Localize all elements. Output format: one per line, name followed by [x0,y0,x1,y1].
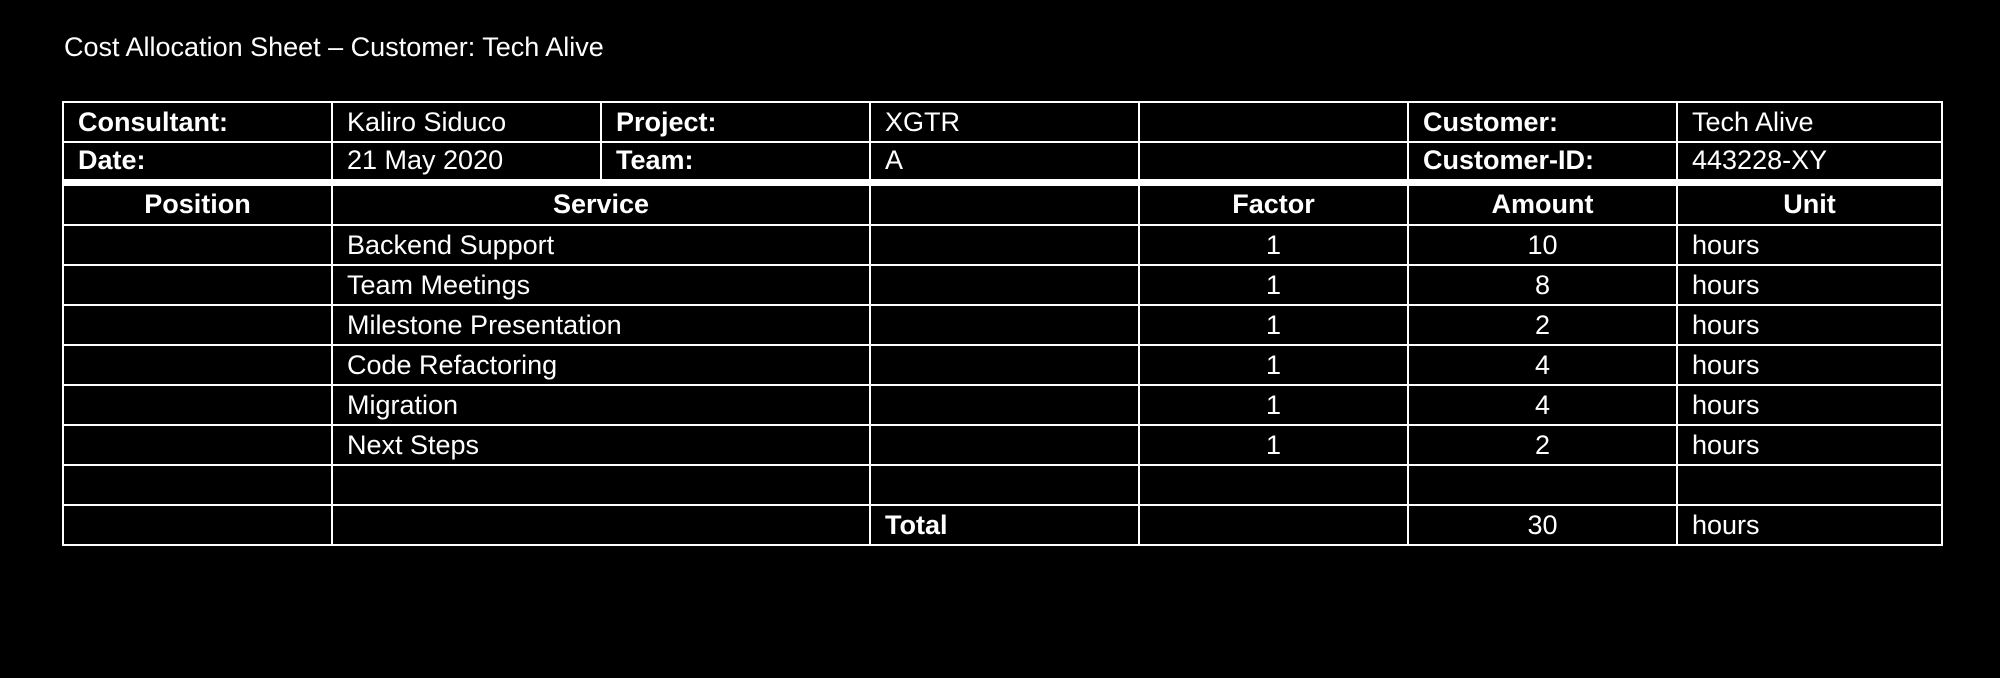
table-row: Migration 1 4 hours [62,384,1943,426]
project-label: Project: [600,101,871,143]
column-header-service: Service [331,181,871,226]
consultant-value: Kaliro Siduco [331,101,602,143]
total-row: Total 30 hours [62,504,1943,546]
position-cell [62,304,333,346]
unit-cell: hours [1676,224,1943,266]
service-cell: Team Meetings [331,264,871,306]
table-row: Code Refactoring 1 4 hours [62,344,1943,386]
date-value: 21 May 2020 [331,141,602,186]
team-value: A [869,141,1140,186]
factor-cell: 1 [1138,424,1409,466]
column-header-unit: Unit [1676,181,1943,226]
table-row: Milestone Presentation 1 2 hours [62,304,1943,346]
unit-cell: hours [1676,264,1943,306]
team-label: Team: [600,141,871,186]
unit-cell: hours [1676,424,1943,466]
position-cell [62,384,333,426]
table-row: Team Meetings 1 8 hours [62,264,1943,306]
factor-cell: 1 [1138,304,1409,346]
total-unit: hours [1676,504,1943,546]
table-header-row: Position Service Factor Amount Unit [62,181,1943,226]
factor-cell: 1 [1138,344,1409,386]
consultant-label: Consultant: [62,101,333,143]
factor-cell: 1 [1138,224,1409,266]
amount-cell: 8 [1407,264,1678,306]
total-amount: 30 [1407,504,1678,546]
position-cell [62,424,333,466]
customer-id-label: Customer-ID: [1407,141,1678,186]
column-header-amount: Amount [1407,181,1678,226]
unit-cell [1676,464,1943,506]
service-cell: Code Refactoring [331,344,871,386]
amount-cell: 10 [1407,224,1678,266]
empty-cell [869,384,1140,426]
empty-cell [869,424,1140,466]
table-row: Backend Support 1 10 hours [62,224,1943,266]
factor-cell: 1 [1138,264,1409,306]
customer-id-value: 443228-XY [1676,141,1943,186]
service-cell: Backend Support [331,224,871,266]
position-cell [62,264,333,306]
unit-cell: hours [1676,384,1943,426]
factor-cell [1138,464,1409,506]
customer-label: Customer: [1407,101,1678,143]
empty-cell [869,304,1140,346]
empty-cell [869,464,1140,506]
table-row [62,464,1943,506]
service-cell: Milestone Presentation [331,304,871,346]
service-cell [331,464,871,506]
date-label: Date: [62,141,333,186]
amount-cell: 2 [1407,424,1678,466]
column-header-factor: Factor [1138,181,1409,226]
empty-cell [1138,101,1409,143]
amount-cell: 2 [1407,304,1678,346]
position-cell [62,344,333,386]
info-row-date: Date: 21 May 2020 Team: A Customer-ID: 4… [62,141,1943,186]
empty-cell [1138,504,1409,546]
project-value: XGTR [869,101,1140,143]
info-row-consultant: Consultant: Kaliro Siduco Project: XGTR … [62,101,1943,143]
service-cell: Next Steps [331,424,871,466]
total-label: Total [869,504,1140,546]
factor-cell: 1 [1138,384,1409,426]
empty-cell [1138,141,1409,186]
unit-cell: hours [1676,344,1943,386]
service-cell: Migration [331,384,871,426]
amount-cell: 4 [1407,344,1678,386]
amount-cell [1407,464,1678,506]
position-cell [62,224,333,266]
empty-cell [62,504,333,546]
position-cell [62,464,333,506]
empty-cell [869,344,1140,386]
customer-value: Tech Alive [1676,101,1943,143]
unit-cell: hours [1676,304,1943,346]
empty-cell [869,181,1140,226]
column-header-position: Position [62,181,333,226]
table-row: Next Steps 1 2 hours [62,424,1943,466]
amount-cell: 4 [1407,384,1678,426]
empty-cell [331,504,871,546]
empty-cell [869,224,1140,266]
empty-cell [869,264,1140,306]
cost-allocation-table: Consultant: Kaliro Siduco Project: XGTR … [62,101,1943,546]
page-title: Cost Allocation Sheet – Customer: Tech A… [64,32,604,62]
